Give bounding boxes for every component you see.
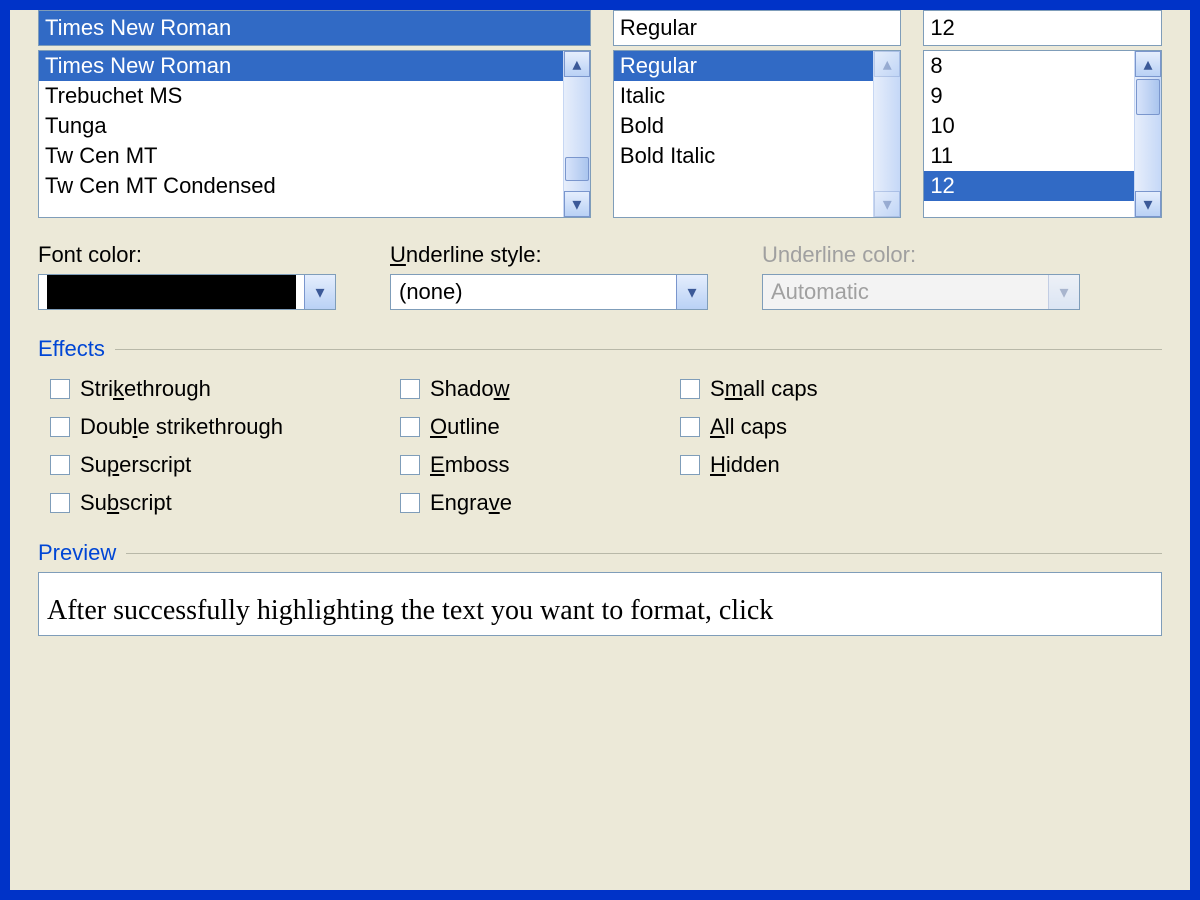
scroll-down-icon: ▾: [874, 191, 900, 217]
checkbox-box: [680, 455, 700, 475]
size-column: 12 8 9 10 11 12 ▴ ▾: [923, 10, 1162, 218]
checkbox-box: [400, 417, 420, 437]
size-option[interactable]: 8: [924, 51, 1135, 81]
scroll-down-icon[interactable]: ▾: [1135, 191, 1161, 217]
size-option[interactable]: 9: [924, 81, 1135, 111]
size-scrollbar[interactable]: ▴ ▾: [1134, 51, 1161, 217]
style-option[interactable]: Italic: [614, 81, 874, 111]
underline-color-combo: Automatic ▾: [762, 274, 1080, 310]
style-input[interactable]: Regular: [613, 10, 901, 46]
underline-color-value: Automatic: [763, 275, 1048, 309]
checkbox-strikethrough[interactable]: Strikethrough: [50, 372, 400, 406]
style-option[interactable]: Regular: [614, 51, 874, 81]
style-option[interactable]: Bold: [614, 111, 874, 141]
style-listbox[interactable]: Regular Italic Bold Bold Italic ▴ ▾: [613, 50, 901, 218]
font-color-swatch: [47, 275, 296, 309]
size-option[interactable]: 12: [924, 171, 1135, 201]
checkbox-engrave[interactable]: Engrave: [400, 486, 680, 520]
font-selectors-row: Times New Roman Times New Roman Trebuche…: [38, 10, 1162, 218]
underline-color-field: Underline color: Automatic ▾: [762, 242, 1080, 310]
checkbox-box: [680, 379, 700, 399]
checkbox-subscript[interactable]: Subscript: [50, 486, 400, 520]
font-listbox[interactable]: Times New Roman Trebuchet MS Tunga Tw Ce…: [38, 50, 591, 218]
font-column: Times New Roman Times New Roman Trebuche…: [38, 10, 591, 218]
font-option[interactable]: Times New Roman: [39, 51, 564, 81]
underline-style-value: (none): [391, 275, 676, 309]
preview-text: After successfully highlighting the text…: [47, 595, 773, 626]
checkbox-box: [50, 379, 70, 399]
underline-style-label: Underline style:: [390, 242, 708, 268]
font-scrollbar[interactable]: ▴ ▾: [563, 51, 590, 217]
scroll-up-icon: ▴: [874, 51, 900, 77]
scroll-down-icon[interactable]: ▾: [564, 191, 590, 217]
font-option[interactable]: Tunga: [39, 111, 564, 141]
checkbox-small-caps[interactable]: Small caps: [680, 372, 818, 406]
checkbox-emboss[interactable]: Emboss: [400, 448, 680, 482]
underline-style-field: Underline style: (none) ▾: [390, 242, 708, 310]
checkbox-superscript[interactable]: Superscript: [50, 448, 400, 482]
font-option[interactable]: Tw Cen MT: [39, 141, 564, 171]
checkbox-box: [400, 455, 420, 475]
checkbox-all-caps[interactable]: All caps: [680, 410, 818, 444]
checkbox-shadow[interactable]: Shadow: [400, 372, 680, 406]
color-underline-row: Font color: ▾ Underline style: (none) ▾ …: [38, 242, 1162, 310]
effects-title: Effects: [38, 336, 105, 362]
checkbox-box: [400, 379, 420, 399]
effects-group-header: Effects: [38, 336, 1162, 362]
preview-box: After successfully highlighting the text…: [38, 572, 1162, 636]
style-option[interactable]: Bold Italic: [614, 141, 874, 171]
scroll-up-icon[interactable]: ▴: [1135, 51, 1161, 77]
checkbox-box: [50, 455, 70, 475]
group-line: [115, 349, 1162, 350]
scroll-up-icon[interactable]: ▴: [564, 51, 590, 77]
checkbox-box: [50, 417, 70, 437]
font-color-label: Font color:: [38, 242, 336, 268]
underline-color-label: Underline color:: [762, 242, 1080, 268]
font-color-combo[interactable]: ▾: [38, 274, 336, 310]
checkbox-outline[interactable]: Outline: [400, 410, 680, 444]
font-input[interactable]: Times New Roman: [38, 10, 591, 46]
checkbox-box: [680, 417, 700, 437]
font-color-field: Font color: ▾: [38, 242, 336, 310]
font-option[interactable]: Tw Cen MT Condensed: [39, 171, 564, 201]
style-column: Regular Regular Italic Bold Bold Italic …: [613, 10, 901, 218]
font-option[interactable]: Trebuchet MS: [39, 81, 564, 111]
font-dialog: Times New Roman Times New Roman Trebuche…: [0, 0, 1200, 900]
chevron-down-icon[interactable]: ▾: [304, 275, 335, 309]
preview-title: Preview: [38, 540, 116, 566]
effects-grid: Strikethrough Double strikethrough Super…: [38, 372, 1162, 520]
group-line: [126, 553, 1162, 554]
size-input[interactable]: 12: [923, 10, 1162, 46]
checkbox-box: [50, 493, 70, 513]
checkbox-hidden[interactable]: Hidden: [680, 448, 818, 482]
size-listbox[interactable]: 8 9 10 11 12 ▴ ▾: [923, 50, 1162, 218]
checkbox-box: [400, 493, 420, 513]
chevron-down-icon[interactable]: ▾: [676, 275, 707, 309]
size-option[interactable]: 11: [924, 141, 1135, 171]
underline-style-combo[interactable]: (none) ▾: [390, 274, 708, 310]
chevron-down-icon: ▾: [1048, 275, 1079, 309]
checkbox-double-strikethrough[interactable]: Double strikethrough: [50, 410, 400, 444]
size-option[interactable]: 10: [924, 111, 1135, 141]
preview-group-header: Preview: [38, 540, 1162, 566]
style-scrollbar: ▴ ▾: [873, 51, 900, 217]
